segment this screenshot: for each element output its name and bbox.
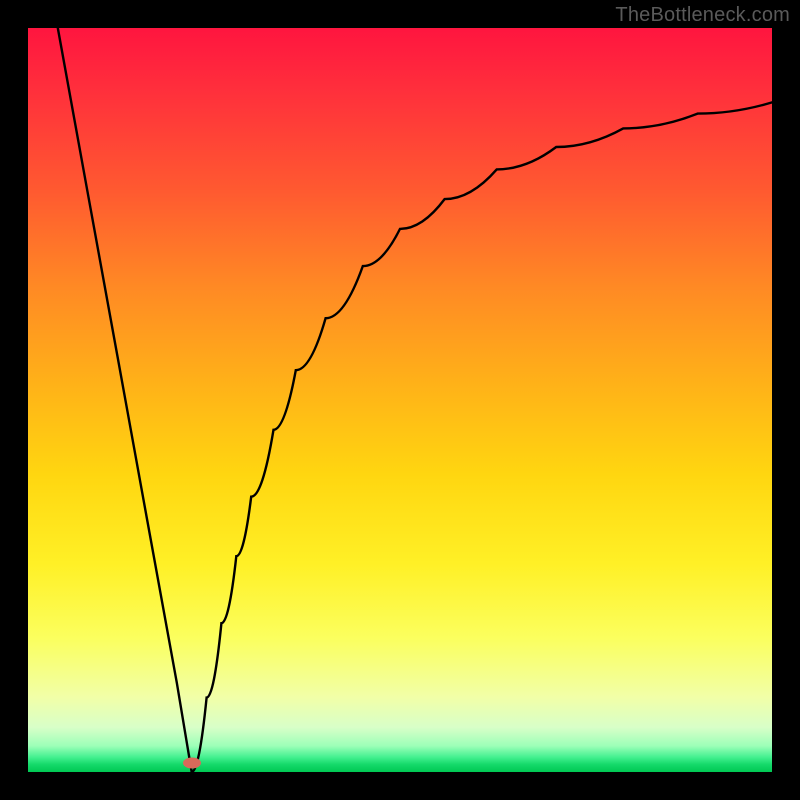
bottleneck-curve xyxy=(28,28,772,772)
plot-area xyxy=(28,28,772,772)
watermark-text: TheBottleneck.com xyxy=(615,4,790,27)
chart-frame: TheBottleneck.com xyxy=(0,0,800,800)
minimum-marker xyxy=(183,758,201,769)
curve-path xyxy=(58,28,772,772)
